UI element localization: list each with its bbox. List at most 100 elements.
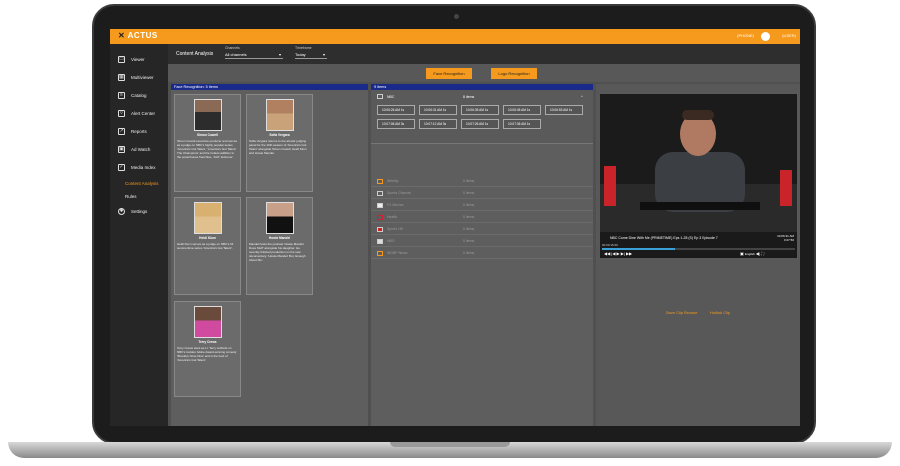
sidebar-item-settings[interactable]: ✱ Settings [110, 204, 168, 218]
sidebar-item-content-analysis[interactable]: Content Analysis [110, 176, 168, 190]
sidebar-item-reports[interactable]: ↗ Reports [110, 124, 168, 138]
network-label: Weekly [387, 179, 399, 183]
network-label: WGBP News [387, 251, 408, 255]
clock-readout: 10:06:31 AM 0:27:50 [777, 234, 794, 242]
previous-icon[interactable]: |◀ [611, 251, 615, 256]
viewer-icon: ▭ [118, 55, 125, 63]
chevron-down-icon: ▾ [278, 52, 281, 57]
network-label: FX Movies [387, 203, 404, 207]
face-card[interactable]: Sofía Vergara Sofia Vergara returns to t… [246, 94, 313, 192]
timestamp-chip[interactable]: 10:06:31 AM 1s [419, 105, 457, 115]
person-description: Terry Crews stars as Lt. Terry Jeffords … [177, 346, 237, 362]
face-card[interactable]: Howie Mandel Mandel hosts the podcast 'H… [246, 197, 313, 295]
sidebar-item-catalog[interactable]: ≡ Catalog [110, 88, 168, 102]
timeframe-select[interactable]: Timeframe Today ▾ [295, 46, 327, 59]
network-row[interactable]: Weekly 0 items [371, 176, 593, 187]
volume-icon[interactable]: ◀) [756, 251, 760, 256]
chevron-up-icon[interactable]: ▴ [581, 94, 583, 98]
rewind-icon[interactable]: ◀◀ [604, 251, 610, 256]
person-photo [193, 306, 222, 338]
sidebar-item-viewer[interactable]: ▭ Viewer [110, 52, 168, 66]
video-frame[interactable] [600, 94, 797, 232]
sidebar-item-label: Multiviewer [131, 74, 154, 80]
save-clip-link[interactable]: Save Clip Browse [666, 310, 698, 315]
timestamp-chip[interactable]: 10:06:53 AM 1s [545, 105, 583, 115]
trend-icon: ↗ [118, 127, 125, 135]
face-card[interactable]: Simon Cowell Simon Cowell executive prod… [174, 94, 241, 192]
sidebar-item-ad-watch[interactable]: ▣ Ad Watch [110, 142, 168, 156]
captions-icon[interactable]: ▣ [740, 251, 744, 256]
player-options: ▣ English ◀) ⛶ [740, 251, 764, 256]
sidebar-item-alert-center[interactable]: ◊ Alert Center [110, 106, 168, 120]
avatar[interactable] [761, 32, 770, 41]
timestamp-chip[interactable]: 10:07:12 AM 3s [419, 119, 457, 129]
face-card[interactable]: Terry Crews Terry Crews stars as Lt. Ter… [174, 301, 241, 397]
face-card[interactable]: Heidi Klum Heidi Klum serves as a judge … [174, 197, 241, 295]
person-description: Heidi Klum serves as a judge on NBC's hi… [177, 242, 234, 250]
laptop-notch [390, 442, 510, 447]
timestamp-chip[interactable]: 10:06:35 AM 1s [461, 105, 499, 115]
user-name[interactable]: (USER) [782, 33, 796, 38]
person-name: Simon Cowell [197, 133, 218, 137]
sidebar-item-rules[interactable]: Rules [110, 189, 168, 203]
person-photo [265, 99, 294, 131]
person-description: Sofia Vergara returns to the all-star ju… [249, 139, 307, 155]
brand-logo[interactable]: ✕ ACTUS [118, 31, 158, 40]
sidebar-item-label: Alert Center [131, 110, 156, 116]
timestamp-chip[interactable]: 10:07:36 AM 1s [503, 119, 541, 129]
fullscreen-icon[interactable]: ⛶ [761, 251, 764, 256]
network-count: 0 items [463, 191, 475, 195]
english-language[interactable]: English [745, 252, 755, 256]
sidebar: ▭ Viewer ▦ Multiviewer ≡ Catalog ◊ Alert… [110, 44, 168, 426]
sidebar-item-media-index[interactable]: ✓ Media Index [110, 160, 168, 174]
fast-forward-icon[interactable]: ▶▶ [626, 251, 632, 256]
network-label: Health [387, 215, 398, 219]
multiviewer-icon: ▦ [118, 73, 125, 81]
person-photo [193, 202, 222, 234]
network-row-nbc[interactable]: NBC 8 items ▴ 10:06:26 AM 1s 10:06:31 AM… [371, 90, 593, 144]
network-logo-icon [377, 215, 383, 220]
chevron-down-icon: ▾ [322, 52, 325, 57]
person-name: Heidi Klum [199, 236, 216, 240]
timestamp-chip[interactable]: 10:06:26 AM 1s [377, 105, 415, 115]
network-logo-icon [377, 179, 383, 184]
network-row[interactable]: Health 0 items [371, 212, 593, 223]
network-row[interactable]: FX Movies 0 items [371, 200, 593, 211]
play-icon[interactable]: ▶ [617, 251, 620, 256]
network-count: 0 items [463, 215, 475, 219]
logo-recognition-button[interactable]: Logo Recognition [491, 68, 537, 79]
player-controls: NBC Come Dine With Me (PRIMETIME) Eps 1-… [600, 232, 797, 258]
network-logo-icon [377, 191, 383, 196]
person-photo [193, 99, 222, 131]
network-row[interactable]: Sports Channel 0 items [371, 188, 593, 199]
person-photo [265, 202, 294, 234]
network-label: NBC [387, 95, 395, 99]
sidebar-item-label: Reports [131, 128, 147, 134]
network-row[interactable]: WGBP News 0 items [371, 248, 593, 259]
person-name: Sofía Vergara [269, 133, 290, 137]
sidebar-item-label: Ad Watch [131, 146, 151, 152]
timestamp-chip[interactable]: 10:06:45 AM 1s [503, 105, 541, 115]
bell-icon: ◊ [118, 109, 125, 117]
ad-icon: ▣ [118, 145, 125, 153]
recognition-toolbar: Face Recognition Logo Recognition [168, 64, 800, 82]
network-label: Sports HD [387, 227, 404, 231]
page-header: Content Analysis Channels All channels ▾ … [168, 44, 800, 64]
network-count: 0 items [463, 203, 475, 207]
next-icon[interactable]: ▶| [621, 251, 625, 256]
sidebar-item-label: Media Index [131, 164, 156, 170]
timestamp-chip[interactable]: 10:07:26 AM 1s [461, 119, 499, 129]
face-recognition-button[interactable]: Face Recognition [426, 68, 472, 79]
hotlink-clip-link[interactable]: Hotlink Clip [710, 310, 730, 315]
channels-select[interactable]: Channels All channels ▾ [225, 46, 283, 59]
progress-bar[interactable] [602, 248, 795, 250]
clip-links: Save Clip Browse Hotlink Clip [596, 301, 800, 319]
network-row[interactable]: Sports HD 0 items [371, 224, 593, 235]
network-row[interactable]: HBO 0 items [371, 236, 593, 247]
progress-fill [602, 248, 676, 250]
program-title: NBC Come Dine With Me (PRIMETIME) Eps 1-… [610, 236, 718, 240]
sidebar-item-multiviewer[interactable]: ▦ Multiviewer [110, 70, 168, 84]
timestamp-chip[interactable]: 10:07:06 AM 3s [377, 119, 415, 129]
network-logo-icon [377, 227, 383, 232]
network-count: 8 items [463, 95, 475, 99]
